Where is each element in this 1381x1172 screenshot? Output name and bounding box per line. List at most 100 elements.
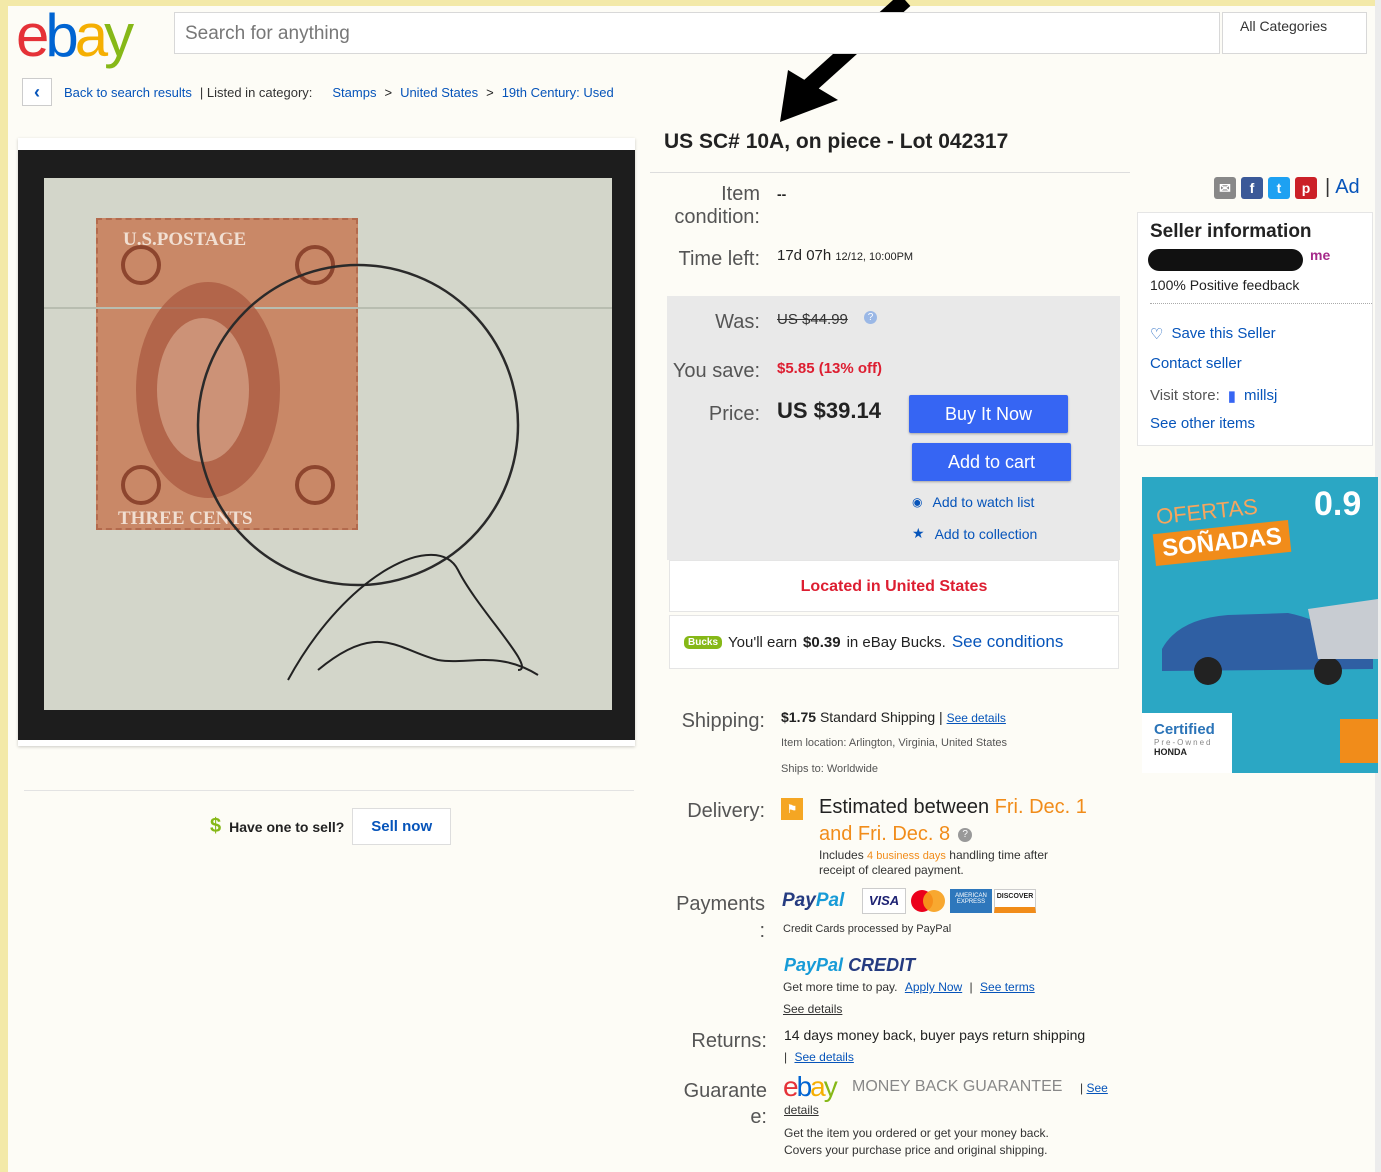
heart-icon: ♡ (1150, 326, 1164, 343)
returns-text: 14 days money back, buyer pays return sh… (784, 1027, 1086, 1043)
was-price: US $44.99 (777, 311, 848, 328)
categories-select[interactable]: All Categories (1222, 12, 1367, 54)
pinterest-icon[interactable]: p (1295, 176, 1317, 199)
discover-logo: DISCOVER (994, 889, 1036, 913)
guarantee-line-1: Get the item you ordered or get your mon… (784, 1126, 1049, 1140)
certified-badge: Certified Pre-Owned HONDA (1142, 713, 1232, 773)
crumb-19th-century[interactable]: 19th Century: Used (502, 85, 614, 100)
credit-details-link[interactable]: See details (783, 1002, 842, 1016)
you-save-label: You save: (672, 360, 760, 382)
ebay-guarantee-logo: ebay (783, 1071, 838, 1102)
shipping-line: $1.75 Standard Shipping | See details (781, 709, 1006, 725)
card-logos: VISA AMERICAN EXPRESS DISCOVER (862, 888, 1036, 914)
was-label: Was: (715, 311, 760, 333)
savings-value: $5.85 (13% off) (777, 360, 883, 377)
returns-label: Returns: (691, 1030, 767, 1052)
help-icon[interactable]: ? (958, 827, 973, 842)
guarantee-label: Guarante (683, 1080, 767, 1102)
add-to-collection-link[interactable]: Add to collection (935, 526, 1038, 542)
store-icon: ▮ (1227, 388, 1237, 405)
shipping-details-link[interactable]: See details (947, 711, 1006, 725)
payments-label: Payments (676, 893, 765, 915)
bucks-amount: $0.39 (803, 633, 841, 651)
item-location: Item location: Arlington, Virginia, Unit… (781, 737, 1008, 749)
eye-icon: ◉ (912, 495, 923, 509)
see-conditions-link[interactable]: See conditions (952, 632, 1064, 652)
stamp-artwork: U.S.POSTAGE THREE CENTS (44, 229, 612, 681)
delivery-flag-icon: ⚑ (781, 798, 803, 820)
collection-row[interactable]: ★ Add to collection (912, 525, 1037, 542)
positive-feedback: 100% Positive feedback (1150, 277, 1300, 293)
sell-prompt: $ Have one to sell? Sell now (210, 808, 452, 845)
see-terms-link[interactable]: See terms (980, 980, 1035, 994)
amex-logo: AMERICAN EXPRESS (950, 889, 992, 913)
add-to-watch-link[interactable]: Add to watch list (932, 494, 1034, 510)
delivery-label: Delivery: (687, 800, 765, 822)
guarantee-details-link[interactable]: details (784, 1103, 819, 1117)
seller-name-redacted (1148, 249, 1303, 271)
star-icon: ★ (912, 525, 925, 541)
buy-it-now-button[interactable]: Buy It Now (909, 395, 1068, 433)
visa-logo: VISA (862, 888, 906, 914)
see-other-items-link[interactable]: See other items (1150, 415, 1255, 432)
frame-top (0, 0, 1381, 6)
item-title: US SC# 10A, on piece - Lot 042317 (664, 130, 1009, 153)
condition-value: -- (777, 186, 787, 202)
delivery-estimate: Estimated between Fri. Dec. 1 (819, 796, 1087, 818)
email-icon[interactable]: ✉ (1214, 176, 1236, 199)
crumb-separator: > (486, 84, 494, 100)
divider (24, 790, 634, 791)
crumb-stamps[interactable]: Stamps (332, 85, 376, 100)
credit-line: Get more time to pay. Apply Now | See te… (783, 980, 1035, 994)
guarantee-line-2: Covers your purchase price and original … (784, 1143, 1048, 1157)
search-input[interactable]: Search for anything (174, 12, 1220, 54)
facebook-icon[interactable]: f (1241, 176, 1263, 199)
delivery-estimate-2: and Fri. Dec. 8 ? (819, 823, 973, 846)
shipping-label: Shipping: (681, 710, 765, 732)
bucks-text-2: in eBay Bucks. (846, 633, 946, 651)
money-back-guarantee: MONEY BACK GUARANTEE (852, 1078, 1063, 1095)
item-location-banner: Located in United States (669, 560, 1119, 612)
condition-label: Item condition: (674, 183, 760, 228)
store-link[interactable]: millsj (1244, 387, 1277, 405)
honda-ad[interactable]: OFERTAS SOÑADAS 0.9 Certified Pre-Owned … (1142, 477, 1378, 773)
ad-cta-button[interactable] (1340, 719, 1378, 763)
ships-to: Ships to: Worldwide (781, 763, 879, 775)
crumb-united-states[interactable]: United States (400, 85, 478, 100)
visit-store-row: Visit store: ▮ millsj (1150, 387, 1278, 405)
time-left-value: 17d 07h 12/12, 10:00PM (777, 247, 914, 264)
share-row: ✉ f t p | Ad (1214, 176, 1360, 199)
info-icon[interactable]: ? (864, 311, 877, 324)
guarantee-label-2: e: (750, 1106, 767, 1128)
back-to-results-link[interactable]: Back to search results (64, 85, 192, 100)
save-seller-row[interactable]: ♡ Save this Seller (1150, 325, 1276, 343)
mastercard-logo (911, 890, 945, 912)
me-badge: me (1310, 247, 1331, 263)
twitter-icon[interactable]: t (1268, 176, 1290, 199)
frame-left (0, 0, 8, 1172)
returns-details-link[interactable]: See details (794, 1050, 853, 1064)
seller-info-panel: Seller information me 100% Positive feed… (1137, 212, 1373, 446)
paypal-credit-logo: PayPal CREDIT (784, 955, 916, 975)
ebay-bucks-banner: Bucks You'll earn $0.39 in eBay Bucks. S… (669, 615, 1119, 669)
cards-note: Credit Cards processed by PayPal (783, 923, 952, 935)
bucks-text: You'll earn (728, 633, 798, 651)
apply-now-link[interactable]: Apply Now (905, 980, 962, 994)
ad-link[interactable]: Ad (1335, 176, 1359, 199)
back-chevron-icon[interactable]: ‹ (22, 78, 52, 106)
add-to-cart-button[interactable]: Add to cart (912, 443, 1071, 481)
payments-colon: : (759, 920, 765, 942)
title-divider (650, 172, 1130, 173)
seller-heading: Seller information (1150, 221, 1312, 242)
watch-list-row[interactable]: ◉ Add to watch list (912, 494, 1034, 510)
guarantee-see-link[interactable]: See (1086, 1081, 1107, 1095)
guarantee-see: | See (1080, 1081, 1108, 1095)
save-seller-link[interactable]: Save this Seller (1171, 325, 1275, 343)
ebay-logo[interactable]: ebay (16, 4, 134, 68)
sell-now-button[interactable]: Sell now (352, 808, 452, 845)
handling-note: Includes 4 business days handling time a… (819, 848, 1049, 862)
contact-seller-link[interactable]: Contact seller (1150, 355, 1242, 372)
bucks-badge: Bucks (684, 635, 723, 649)
car-image (1162, 599, 1378, 685)
share-separator: | (1325, 176, 1331, 198)
